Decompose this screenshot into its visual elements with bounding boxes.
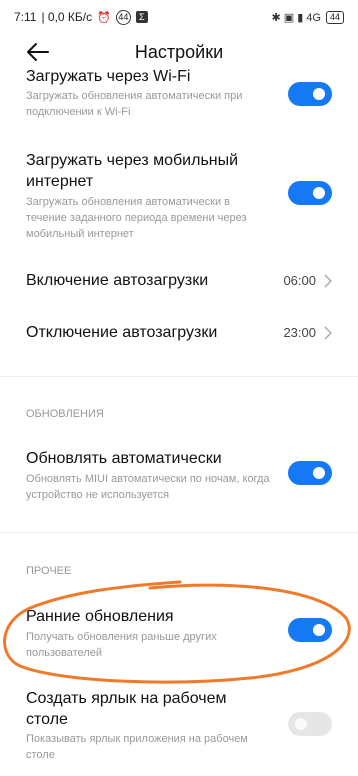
auto-update-row[interactable]: Обновлять автоматически Обновлять MIUI а… xyxy=(0,446,358,506)
mobile-download-row[interactable]: Загружать через мобильный интернет Загру… xyxy=(0,150,358,240)
battery-icon: 44 xyxy=(325,10,344,24)
toggle-knob xyxy=(313,187,325,199)
autoload-on-row[interactable]: Включение автозагрузки 06:00 xyxy=(0,262,358,302)
wifi-download-toggle[interactable] xyxy=(288,82,332,106)
notification-badge: 44 xyxy=(115,9,131,25)
row-value: 06:00 xyxy=(283,273,316,288)
section-header-updates: ОБНОВЛЕНИЯ xyxy=(26,408,104,420)
row-title: Включение автозагрузки xyxy=(26,272,209,289)
auto-update-toggle[interactable] xyxy=(288,461,332,485)
row-title: Создать ярлык на рабочем столе xyxy=(26,690,227,728)
row-subtitle: Загружать обновления автоматически в теч… xyxy=(26,196,247,240)
row-title: Обновлять автоматически xyxy=(26,450,222,467)
section-divider xyxy=(0,376,358,377)
row-title: Загружать через мобильный интернет xyxy=(26,152,239,190)
row-subtitle: Загружать обновления автоматически при п… xyxy=(26,90,243,118)
header: Настройки xyxy=(0,34,358,70)
row-title: Загружать через Wi-Fi xyxy=(26,68,191,85)
status-speed: | 0,0 КБ/с xyxy=(41,10,93,24)
page-title: Настройки xyxy=(134,41,224,62)
row-subtitle: Показывать ярлык приложения на рабочем с… xyxy=(26,733,248,761)
mobile-download-toggle[interactable] xyxy=(288,181,332,205)
shortcut-row[interactable]: Создать ярлык на рабочем столе Показыват… xyxy=(0,688,358,768)
status-bar: 7:11 | 0,0 КБ/с ⏰ 44 Σ ✱ ▣ ▮ 4G 44 xyxy=(0,0,358,34)
shortcut-toggle[interactable] xyxy=(288,712,332,736)
chevron-right-icon xyxy=(324,326,332,340)
early-updates-toggle[interactable] xyxy=(288,618,332,642)
toggle-knob xyxy=(313,88,325,100)
section-divider xyxy=(0,532,358,533)
row-subtitle: Получать обновления раньше других пользо… xyxy=(26,631,217,659)
row-title: Отключение автозагрузки xyxy=(26,324,218,341)
status-indicators: ✱ ▣ ▮ 4G xyxy=(271,11,321,24)
section-header-other: ПРОЧЕЕ xyxy=(26,565,72,577)
status-right: ✱ ▣ ▮ 4G 44 xyxy=(271,10,344,24)
row-subtitle: Обновлять MIUI автоматически по ночам, к… xyxy=(26,473,270,501)
wifi-download-row[interactable]: Загружать через Wi-Fi Загружать обновлен… xyxy=(0,68,358,132)
toggle-knob xyxy=(295,718,307,730)
status-time: 7:11 xyxy=(14,10,37,24)
toggle-knob xyxy=(313,624,325,636)
row-title: Ранние обновления xyxy=(26,608,174,625)
row-value: 23:00 xyxy=(283,325,316,340)
chevron-right-icon xyxy=(324,274,332,288)
autoload-off-row[interactable]: Отключение автозагрузки 23:00 xyxy=(0,314,358,354)
sigma-icon: Σ xyxy=(135,11,148,23)
toggle-knob xyxy=(313,467,325,479)
status-left: 7:11 | 0,0 КБ/с ⏰ 44 Σ xyxy=(14,9,148,25)
early-updates-row[interactable]: Ранние обновления Получать обновления ра… xyxy=(0,604,358,664)
alarm-icon: ⏰ xyxy=(97,11,111,24)
